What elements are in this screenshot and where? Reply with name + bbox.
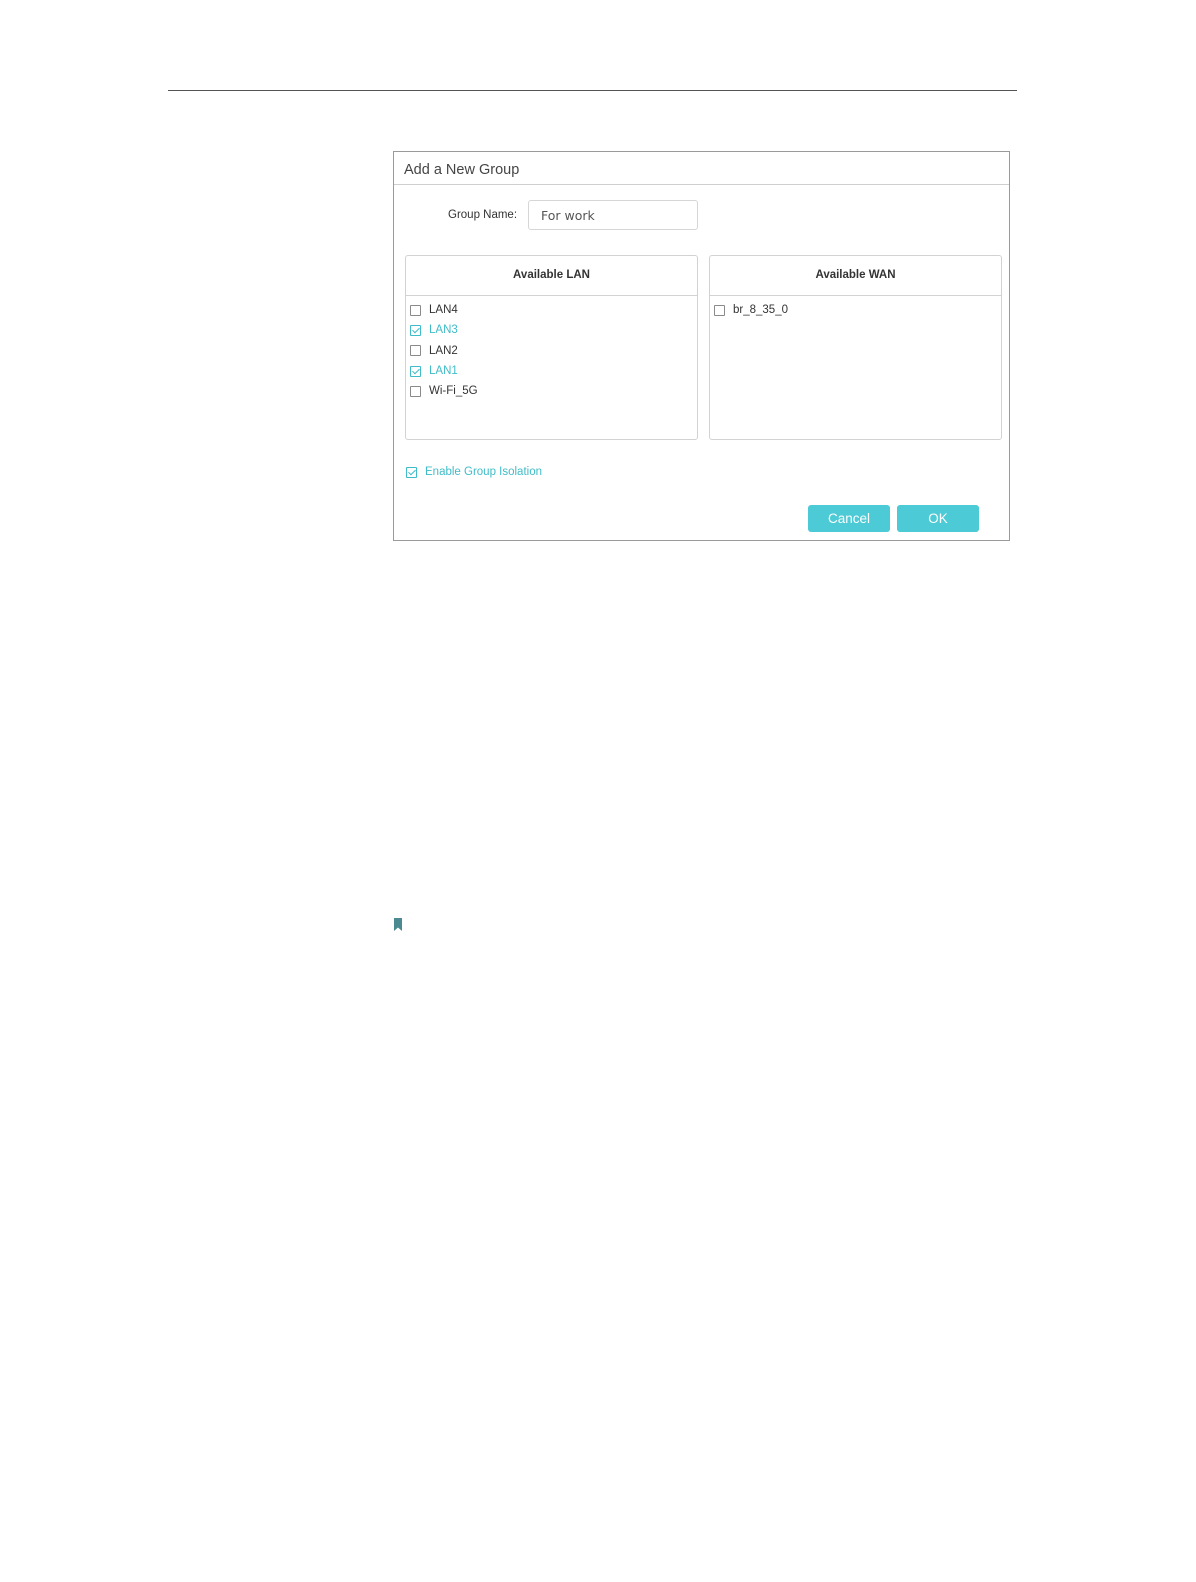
ok-button[interactable]: OK: [897, 505, 979, 532]
wifi-5g-checkbox[interactable]: [410, 385, 421, 397]
available-wan-header: Available WAN: [710, 256, 1001, 296]
page-header-rule: [168, 90, 1017, 91]
lan-item-lan4[interactable]: LAN4: [410, 300, 697, 320]
group-isolation-label: Enable Group Isolation: [425, 466, 542, 478]
group-name-label: Group Name:: [448, 209, 518, 221]
wan-item-br-8-35-0[interactable]: br_8_35_0: [714, 300, 1001, 320]
lan3-label: LAN3: [429, 324, 458, 337]
lan2-label: LAN2: [429, 344, 458, 357]
group-isolation-checkbox[interactable]: [406, 466, 417, 478]
lan1-checkbox[interactable]: [410, 365, 421, 377]
br-8-35-0-checkbox[interactable]: [714, 304, 725, 316]
lan-item-lan3[interactable]: LAN3: [410, 320, 697, 340]
cancel-button[interactable]: Cancel: [808, 505, 890, 532]
lan-item-lan2[interactable]: LAN2: [410, 341, 697, 361]
br-8-35-0-label: br_8_35_0: [733, 304, 788, 317]
lan4-label: LAN4: [429, 304, 458, 317]
wan-list: br_8_35_0: [710, 296, 1001, 320]
title-divider: [394, 184, 1009, 185]
lan3-checkbox[interactable]: [410, 324, 421, 336]
dialog-title: Add a New Group: [404, 162, 520, 178]
enable-group-isolation[interactable]: Enable Group Isolation: [406, 466, 542, 478]
lan-list: LAN4 LAN3 LAN2 LAN1 Wi-Fi_5G: [406, 296, 697, 401]
lan-item-lan1[interactable]: LAN1: [410, 361, 697, 381]
lan-item-wifi-5g[interactable]: Wi-Fi_5G: [410, 381, 697, 401]
available-lan-header: Available LAN: [406, 256, 697, 296]
available-lan-panel: Available LAN LAN4 LAN3 LAN2 LAN1 Wi-Fi_…: [405, 255, 698, 440]
lan1-label: LAN1: [429, 365, 458, 378]
add-group-dialog: Add a New Group Group Name: Available LA…: [393, 151, 1010, 541]
lan4-checkbox[interactable]: [410, 304, 421, 316]
group-name-input[interactable]: [528, 200, 698, 230]
lan2-checkbox[interactable]: [410, 345, 421, 357]
bookmark-icon: [394, 918, 402, 931]
wifi-5g-label: Wi-Fi_5G: [429, 385, 478, 398]
available-wan-panel: Available WAN br_8_35_0: [709, 255, 1002, 440]
